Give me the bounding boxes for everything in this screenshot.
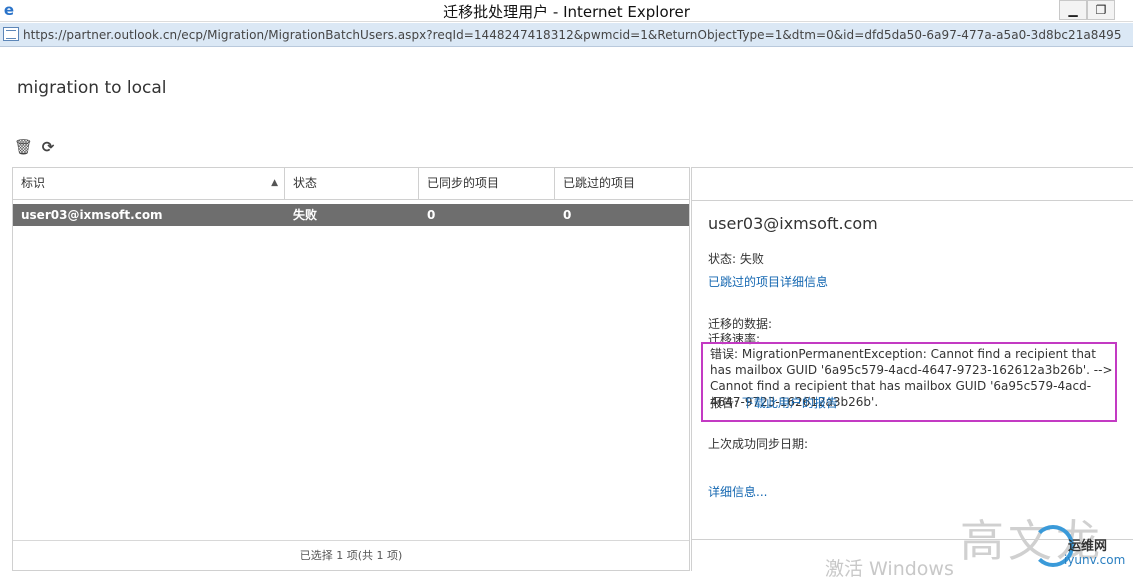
column-header-label: 标识 bbox=[21, 176, 46, 190]
activate-windows-watermark: 激活 Windows bbox=[825, 558, 954, 580]
last-sync-label: 上次成功同步日期: bbox=[708, 437, 809, 451]
page-title: migration to local bbox=[17, 78, 167, 98]
error-highlight-box: 错误: MigrationPermanentException: Cannot … bbox=[701, 342, 1117, 422]
report-label: 报告: bbox=[710, 396, 742, 410]
address-bar[interactable]: https://partner.outlook.cn/ecp/Migration… bbox=[0, 23, 1133, 47]
window-titlebar: e 迁移批处理用户 - Internet Explorer ▁ ❐ bbox=[0, 0, 1133, 22]
page-icon bbox=[3, 27, 19, 41]
address-url[interactable]: https://partner.outlook.cn/ecp/Migration… bbox=[23, 28, 1122, 42]
users-list: 标识 ▲ 状态 已同步的项目 已跳过的项目 user03@ixmsoft.com… bbox=[12, 167, 690, 571]
sort-ascending-icon: ▲ bbox=[271, 178, 278, 188]
watermark-url: iyunv.com bbox=[1064, 553, 1126, 567]
detail-status: 状态: 失败 bbox=[708, 252, 764, 266]
skipped-items-link[interactable]: 已跳过的项目详细信息 bbox=[708, 273, 828, 290]
more-details-link[interactable]: 详细信息... bbox=[708, 483, 767, 500]
report-line: 报告: 下载此用户的报告 bbox=[710, 394, 838, 411]
cell-id: user03@ixmsoft.com bbox=[21, 208, 163, 222]
column-header-id[interactable]: 标识 ▲ bbox=[13, 168, 285, 199]
refresh-icon[interactable]: ⟳ bbox=[39, 138, 57, 156]
window-title: 迁移批处理用户 - Internet Explorer bbox=[443, 3, 690, 21]
list-header: 标识 ▲ 状态 已同步的项目 已跳过的项目 bbox=[13, 168, 689, 200]
cell-synced: 0 bbox=[427, 208, 436, 222]
download-report-link[interactable]: 下载此用户的报告 bbox=[742, 396, 838, 410]
detail-user-name: user03@ixmsoft.com bbox=[708, 214, 878, 233]
column-header-synced[interactable]: 已同步的项目 bbox=[419, 168, 555, 199]
restore-button[interactable]: ❐ bbox=[1087, 0, 1115, 20]
table-row[interactable]: user03@ixmsoft.com 失败 0 0 bbox=[13, 204, 689, 226]
divider bbox=[692, 200, 1133, 201]
watermark-brand-small: 运维网 bbox=[1068, 539, 1108, 554]
migration-users-page: migration to local 🗑 ⟳ 标识 ▲ 状态 已同步的项目 已跳… bbox=[0, 48, 1133, 576]
cell-status: 失败 bbox=[293, 208, 318, 222]
column-header-skipped[interactable]: 已跳过的项目 bbox=[555, 168, 689, 199]
minimize-button[interactable]: ▁ bbox=[1059, 0, 1087, 20]
cell-skipped: 0 bbox=[563, 208, 572, 222]
delete-icon[interactable]: 🗑 bbox=[14, 138, 33, 156]
site-watermark-logo: 高文龙 运维网 iyunv.com bbox=[960, 505, 1130, 573]
selection-count: 已选择 1 项(共 1 项) bbox=[13, 540, 689, 571]
column-header-status[interactable]: 状态 bbox=[285, 168, 419, 199]
